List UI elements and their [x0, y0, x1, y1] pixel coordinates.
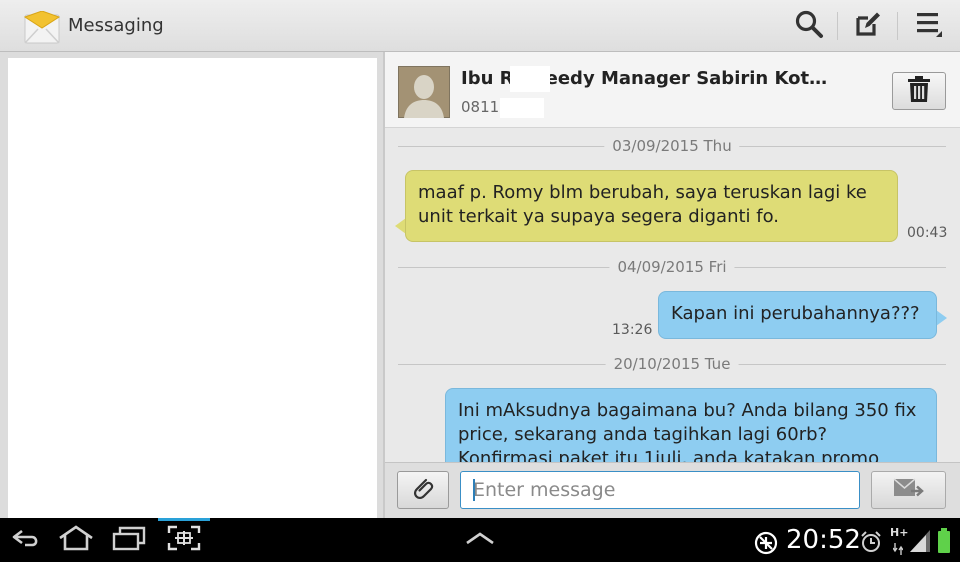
message-time: 13:26: [612, 322, 653, 338]
delete-button[interactable]: [892, 72, 946, 110]
date-separator: 03/09/2015 Thu: [398, 137, 946, 155]
overflow-menu-button[interactable]: [911, 8, 947, 44]
conversation-list[interactable]: [8, 58, 377, 518]
conversation-list-pane: [0, 52, 383, 518]
message-thread[interactable]: 03/09/2015 Thu maaf p. Romy blm berubah,…: [385, 128, 960, 462]
compose-button[interactable]: [850, 8, 886, 44]
date-separator: 04/09/2015 Fri: [398, 258, 946, 276]
chevron-up-icon: [463, 528, 497, 552]
date-label: 03/09/2015 Thu: [604, 137, 740, 155]
redaction-mark: [510, 66, 550, 92]
menu-icon: [914, 9, 944, 43]
system-bar: 20:52 H+: [0, 518, 960, 562]
date-label: 20/10/2015 Tue: [605, 355, 739, 373]
search-icon: [794, 9, 824, 43]
conversation-header: Ibu R Speedy Manager Sabirin Kot… 08112 …: [385, 52, 960, 128]
data-arrows-icon: [892, 540, 904, 559]
message-time: 00:43: [907, 225, 948, 241]
recent-apps-icon: [112, 525, 146, 555]
bubble-tail: [936, 310, 947, 326]
message-text-line: price, sekarang anda tagihkan lagi 60rb?: [458, 424, 828, 445]
attach-button[interactable]: [397, 471, 449, 509]
contact-avatar[interactable]: [397, 65, 451, 119]
outgoing-message[interactable]: Ini mAksudnya bagaimana bu? Anda bilang …: [445, 388, 937, 462]
app-title: Messaging: [68, 15, 164, 36]
redaction-mark: [500, 98, 544, 118]
battery-icon: [937, 528, 951, 558]
trash-icon: [906, 75, 932, 107]
network-type-label: H+: [890, 526, 909, 539]
signal-strength-icon: [910, 530, 930, 556]
back-button[interactable]: [8, 524, 44, 556]
send-button[interactable]: [871, 471, 946, 509]
toolbar-divider: [897, 12, 898, 40]
action-bar: Messaging: [0, 0, 960, 52]
alarm-clock-icon: [860, 530, 882, 558]
send-icon: [893, 477, 925, 503]
compose-icon: [853, 9, 883, 43]
message-text-line: maaf p. Romy blm berubah, saya teruskan …: [418, 182, 867, 203]
paperclip-icon: [411, 476, 435, 504]
focus-indicator: [158, 518, 210, 521]
message-text-line: Kapan ini perubahannya???: [671, 303, 920, 324]
screenshot-button[interactable]: [166, 524, 202, 556]
date-label: 04/09/2015 Fri: [609, 258, 735, 276]
app-tray-button[interactable]: [462, 524, 498, 556]
home-icon: [57, 525, 95, 555]
message-text-line: unit terkait ya supaya segera diganti fo…: [418, 206, 780, 227]
incoming-message[interactable]: maaf p. Romy blm berubah, saya teruskan …: [405, 170, 898, 242]
back-icon: [10, 526, 42, 554]
screen-capture-icon: [167, 525, 201, 555]
status-time: 20:52: [786, 525, 861, 555]
data-saver-icon: [754, 531, 778, 559]
message-text-line: Konfirmasi paket itu 1juli, anda katakan…: [458, 448, 880, 462]
message-text-line: Ini mAksudnya bagaimana bu? Anda bilang …: [458, 400, 917, 421]
toolbar-divider: [837, 12, 838, 40]
recent-apps-button[interactable]: [111, 524, 147, 556]
message-composer: [385, 462, 960, 518]
search-button[interactable]: [791, 8, 827, 44]
envelope-icon[interactable]: [23, 10, 61, 45]
date-separator: 20/10/2015 Tue: [398, 355, 946, 373]
home-button[interactable]: [58, 524, 94, 556]
outgoing-message[interactable]: Kapan ini perubahannya???: [658, 291, 937, 339]
message-input[interactable]: [460, 471, 860, 509]
text-cursor: [473, 479, 475, 501]
